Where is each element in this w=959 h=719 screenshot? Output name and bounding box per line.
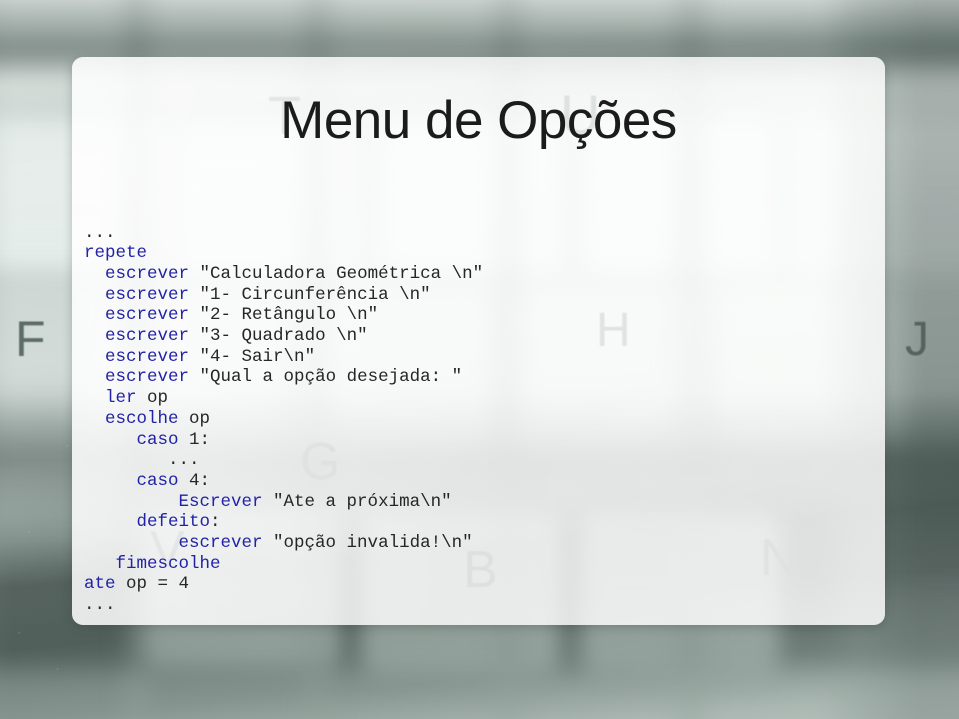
- code-token-kw: escrever: [105, 263, 190, 284]
- code-token-kw: escrever: [178, 533, 263, 554]
- code-token-kw: escrever: [105, 284, 190, 305]
- code-line: escrever "Qual a opção desejada: ": [84, 367, 483, 388]
- code-line: escolhe op: [84, 409, 483, 430]
- code-token-str: "Ate a próxima\n": [273, 491, 452, 512]
- code-token-str: "opção invalida!\n": [273, 533, 473, 554]
- code-line: Escrever "Ate a próxima\n": [84, 492, 483, 513]
- code-line: defeito:: [84, 512, 483, 533]
- code-line: ler op: [84, 388, 483, 409]
- code-token-kw: defeito: [136, 512, 211, 533]
- code-line: escrever "Calculadora Geométrica \n": [84, 264, 483, 285]
- code-line: escrever "4- Sair\n": [84, 347, 483, 368]
- code-line: escrever "1- Circunferência \n": [84, 285, 483, 306]
- code-line: escrever "3- Quadrado \n": [84, 326, 483, 347]
- content-panel: Menu de Opções ... repete escrever "Calcu…: [72, 57, 885, 625]
- code-token-kw: fimescolhe: [115, 553, 221, 574]
- code-line: caso 1:: [84, 430, 483, 451]
- code-token-plain: ...: [84, 222, 116, 243]
- code-token-plain: op: [136, 388, 169, 409]
- code-token-kw: escolhe: [105, 408, 179, 429]
- code-token-kw: Escrever: [178, 491, 263, 512]
- code-token-plain: 4:: [178, 470, 211, 491]
- code-token-kw: escrever: [105, 346, 190, 367]
- key-letter-f-icon: F: [15, 311, 46, 367]
- code-token-str: "3- Quadrado \n": [199, 326, 368, 347]
- code-line: ...: [84, 450, 483, 471]
- code-line: ate op = 4: [84, 574, 483, 595]
- code-token-plain: :: [210, 512, 221, 533]
- code-token-kw: escrever: [105, 367, 190, 388]
- code-token-plain: ...: [168, 450, 200, 471]
- code-token-kw: repete: [84, 243, 148, 264]
- code-token-kw: caso: [136, 470, 179, 491]
- presentation-slide: TUFHJGVBN Menu de Opções ...repete escre…: [0, 0, 959, 719]
- code-line: repete: [84, 243, 483, 264]
- code-block: ... repete escrever "Calculadora Geométri…: [84, 223, 483, 616]
- code-line: caso 4:: [84, 471, 483, 492]
- code-token-kw: caso: [136, 429, 179, 450]
- code-token-kw: escrever: [105, 326, 190, 347]
- code-token-kw: ate: [84, 574, 116, 595]
- code-token-str: "1- Circunferência \n": [199, 284, 431, 305]
- key-letter-j-icon: J: [905, 313, 929, 366]
- code-line: ...: [84, 223, 483, 244]
- code-token-plain: op = 4: [115, 574, 190, 595]
- code-token-plain: 1:: [178, 429, 211, 450]
- code-line: ...: [84, 595, 483, 616]
- code-token-str: "4- Sair\n": [199, 346, 316, 367]
- code-token-str: "Qual a opção desejada: ": [199, 367, 463, 388]
- code-token-str: "Calculadora Geométrica \n": [199, 263, 484, 284]
- code-token-str: "2- Retângulo \n": [199, 305, 379, 326]
- code-token-kw: ler: [105, 388, 137, 409]
- code-token-plain: op: [178, 408, 211, 429]
- code-token-kw: escrever: [105, 305, 190, 326]
- code-line: escrever "opção invalida!\n": [84, 533, 483, 554]
- code-line: fimescolhe: [84, 554, 483, 575]
- code-line: escrever "2- Retângulo \n": [84, 305, 483, 326]
- code-token-plain: ...: [84, 595, 116, 616]
- page-title: Menu de Opções: [280, 91, 677, 150]
